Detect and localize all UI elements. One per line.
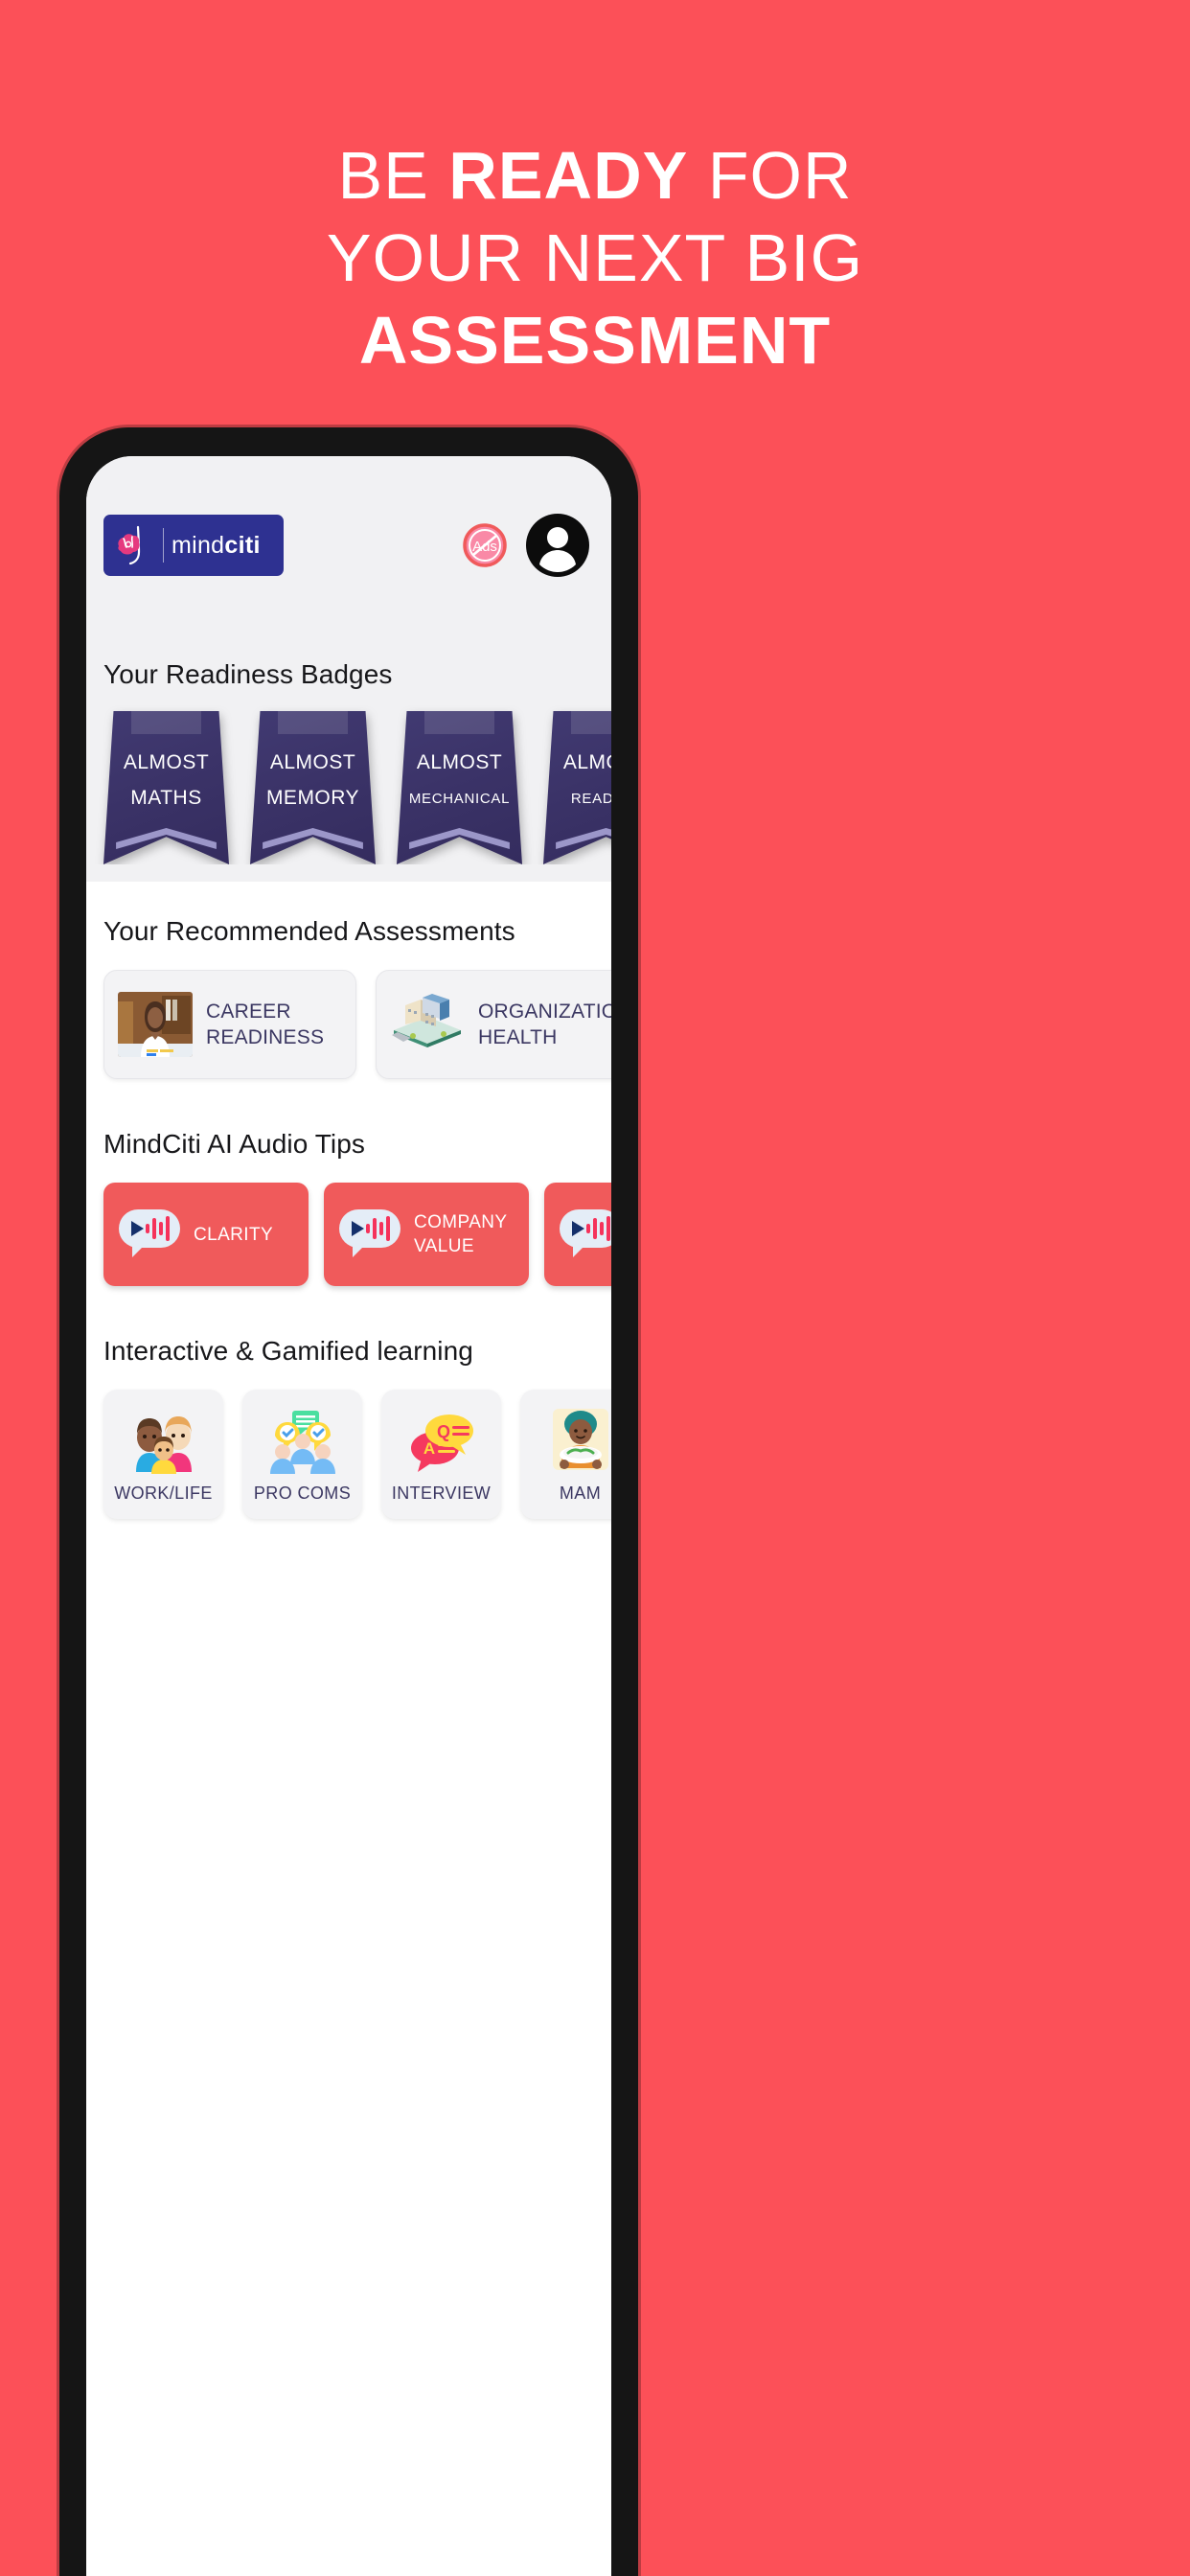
woman-cooking-emoji-icon	[545, 1405, 612, 1476]
gamified-card-work-life[interactable]: WORK/LIFE	[103, 1390, 223, 1519]
audio-tip-card[interactable]: CLARITY	[103, 1183, 309, 1286]
audio-play-bubble-icon	[119, 1209, 180, 1259]
audio-play-bubble-icon	[339, 1209, 400, 1259]
headline-pre-1: BE	[337, 138, 449, 213]
headline-pre-2: YOUR NEXT BIG	[326, 220, 864, 295]
badge-status: ALMOST	[269, 751, 356, 773]
gamified-card-label: INTERVIEW	[391, 1484, 492, 1503]
promo-headline: BE READY FOR YOUR NEXT BIG ASSESSMENT	[0, 134, 1190, 381]
avatar-icon[interactable]	[525, 513, 590, 578]
audio-section-title: MindCiti AI Audio Tips	[103, 1129, 365, 1159]
gamified-card-interview[interactable]: A Q INTERVIEW	[381, 1390, 501, 1519]
badge-text: ALMOST MECHANICAL	[397, 751, 522, 807]
headline-line-3: ASSESSMENT	[0, 299, 1190, 381]
readiness-badges-section: Your Readiness Badges ALMOST MATHS ALMOS…	[86, 634, 611, 882]
headline-bold-3: ASSESSMENT	[358, 303, 832, 378]
badge-text: ALMOST MATHS	[103, 751, 229, 810]
badge-topic: MECHANICAL	[408, 791, 511, 807]
recommended-assessments-section: Your Recommended Assessments CAREER READ…	[86, 882, 611, 1104]
badge-item[interactable]: ALMOST MEMORY	[250, 711, 376, 864]
audio-tips-section: MindCiti AI Audio Tips CLARITY COMPANY V…	[86, 1104, 611, 1311]
gamified-card-mam[interactable]: MAM	[520, 1390, 611, 1519]
logo-text-bold: citi	[224, 531, 261, 559]
ribbon-glint	[277, 711, 349, 734]
gamified-card-label: PRO COMS	[253, 1484, 352, 1503]
badge-topic: MATHS	[130, 787, 202, 809]
badge-status: ALMOST	[562, 751, 611, 773]
app-header: mindciti Ads	[86, 456, 611, 634]
assessments-section-title: Your Recommended Assessments	[103, 916, 515, 946]
app-screen: mindciti Ads	[86, 456, 611, 2576]
family-emoji-icon	[128, 1405, 199, 1476]
ribbon-glint	[130, 711, 202, 734]
ribbon-glint	[423, 711, 495, 734]
audio-tip-label: CLARITY	[194, 1224, 274, 1245]
badge-text: ALMOST MEMORY	[250, 751, 376, 810]
brain-icon	[113, 523, 155, 567]
gamified-section-title: Interactive & Gamified learning	[103, 1336, 473, 1366]
audio-play-bubble-icon	[560, 1209, 611, 1259]
assessment-label: ORGANIZATION HEALTH	[478, 1000, 611, 1048]
badge-topic: MEMORY	[265, 787, 360, 809]
gamified-card-label: WORK/LIFE	[114, 1484, 213, 1503]
badge-topic: READING	[570, 791, 611, 807]
office-building-icon	[390, 992, 465, 1057]
gamified-carousel[interactable]: WORK/LIFE PRO COMS A Q INTERVIEW MAM	[86, 1367, 611, 1544]
assessment-card-career-readiness[interactable]: CAREER READINESS	[103, 970, 356, 1079]
headline-post-1: FOR	[688, 138, 853, 213]
assessments-carousel[interactable]: CAREER READINESS ORGANIZATIO HEALTH	[86, 947, 611, 1104]
logo-wordmark: mindciti	[172, 532, 261, 560]
badge-text: ALMOST READING	[543, 751, 611, 807]
headline-bold-1: READY	[448, 138, 689, 213]
badge-status: ALMOST	[416, 751, 503, 773]
logo-divider	[163, 528, 164, 563]
badge-item[interactable]: ALMOST READING	[543, 711, 611, 864]
assessment-card-organization-health[interactable]: ORGANIZATION HEALTH	[376, 970, 611, 1079]
phone-mockup: mindciti Ads	[59, 427, 638, 2576]
badges-section-title: Your Readiness Badges	[103, 659, 393, 689]
qa-bubbles-emoji-icon: A Q	[406, 1405, 477, 1476]
gamified-learning-section: Interactive & Gamified learning WORK/LIF…	[86, 1311, 611, 1544]
group-chat-emoji-icon	[267, 1405, 338, 1476]
badge-status: ALMOST	[123, 751, 210, 773]
ribbon-glint	[570, 711, 611, 734]
audio-tip-card[interactable]: COMPANY VALUE	[324, 1183, 529, 1286]
businesswoman-photo	[118, 992, 193, 1057]
gamified-card-pro-coms[interactable]: PRO COMS	[242, 1390, 362, 1519]
audio-tip-label: COMPANY VALUE	[414, 1212, 508, 1256]
logo-text-light: mind	[172, 531, 225, 559]
audio-carousel[interactable]: CLARITY COMPANY VALUE	[86, 1160, 611, 1311]
gamified-card-label: MAM	[559, 1484, 602, 1503]
svg-text:Q: Q	[436, 1422, 449, 1441]
badges-carousel[interactable]: ALMOST MATHS ALMOST MEMORY ALMOST MECHAN…	[86, 690, 611, 864]
headline-line-1: BE READY FOR	[0, 134, 1190, 217]
badge-item[interactable]: ALMOST MECHANICAL	[397, 711, 522, 864]
headline-line-2: YOUR NEXT BIG	[0, 217, 1190, 299]
audio-tip-card[interactable]	[544, 1183, 611, 1286]
no-ads-icon[interactable]: Ads	[462, 522, 508, 568]
assessment-label: CAREER READINESS	[206, 1000, 325, 1048]
badge-item[interactable]: ALMOST MATHS	[103, 711, 229, 864]
mindciti-logo[interactable]: mindciti	[103, 515, 284, 576]
